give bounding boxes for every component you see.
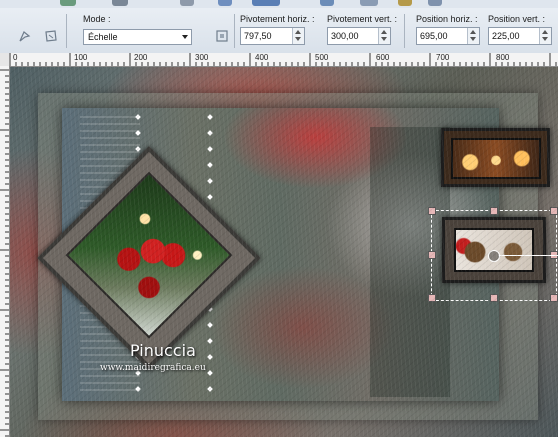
dropdown-arrow-icon: [182, 35, 188, 39]
rotation-pivot-handle[interactable]: [488, 250, 500, 262]
pivot-v-value: 300,00: [331, 31, 359, 41]
vertical-ruler[interactable]: [0, 66, 10, 437]
pos-v-input[interactable]: 225,00: [488, 27, 552, 45]
dot: [207, 386, 213, 392]
dot: [207, 178, 213, 184]
dot: [207, 194, 213, 200]
ruler-tick-label: 200: [134, 53, 148, 62]
candles-photo: [451, 138, 541, 179]
mode-select[interactable]: Échelle: [83, 29, 192, 45]
ruler-tick-label: 0: [13, 53, 18, 62]
toolbar-button-stub[interactable]: [428, 0, 442, 6]
spin-down-icon[interactable]: [295, 37, 301, 41]
spin-up-icon[interactable]: [295, 30, 301, 34]
horizontal-ruler[interactable]: 0 100 200 300 400 500 600 700 800: [9, 53, 558, 67]
pos-h-spinner[interactable]: [467, 28, 479, 44]
deform-icon[interactable]: [42, 27, 60, 45]
spin-down-icon[interactable]: [542, 37, 548, 41]
dot: [135, 146, 141, 152]
tool-options-bar: Mode : Échelle Pivotement horiz. : 797,5…: [0, 8, 558, 54]
dot: [207, 338, 213, 344]
dot: [207, 354, 213, 360]
pos-h-input[interactable]: 695,00: [416, 27, 480, 45]
ruler-tick-label: 600: [376, 53, 390, 62]
mode-value: Échelle: [88, 32, 118, 42]
toolbar-button-stub[interactable]: [112, 0, 128, 6]
pivot-h-input[interactable]: 797,50: [240, 27, 305, 45]
pivot-v-label: Pivotement vert. :: [327, 14, 398, 24]
spin-up-icon[interactable]: [470, 30, 476, 34]
toolbar-button-stub[interactable]: [60, 0, 76, 6]
toolbar-button-stub[interactable]: [218, 0, 232, 6]
ruler-tick-label: 300: [195, 53, 209, 62]
resize-handle[interactable]: [550, 294, 558, 302]
toolbar-button-stub[interactable]: [360, 0, 378, 6]
dot: [207, 114, 213, 120]
pick-tool-icon[interactable]: [16, 27, 34, 45]
pos-h-value: 695,00: [420, 31, 448, 41]
spin-down-icon[interactable]: [381, 37, 387, 41]
separator: [234, 14, 235, 48]
pos-h-label: Position horiz. :: [416, 14, 478, 24]
spin-up-icon[interactable]: [542, 30, 548, 34]
candles-photo-frame: [441, 128, 550, 187]
separator: [404, 14, 405, 48]
resize-handle[interactable]: [428, 294, 436, 302]
watermark-url: www.maidiregrafica.eu: [100, 363, 206, 373]
resize-handle[interactable]: [490, 207, 498, 215]
toolbar-button-stub[interactable]: [320, 0, 334, 6]
image-canvas[interactable]: Pinuccia www.maidiregrafica.eu: [10, 67, 558, 437]
watermark-title: Pinuccia: [130, 341, 196, 360]
dot: [207, 162, 213, 168]
dot: [207, 146, 213, 152]
dot: [207, 322, 213, 328]
spin-up-icon[interactable]: [381, 30, 387, 34]
dot: [207, 130, 213, 136]
ruler-ticks: [0, 69, 9, 437]
toolbar-button-stub[interactable]: [180, 0, 194, 6]
pivot-h-spinner[interactable]: [292, 28, 304, 44]
dot: [135, 114, 141, 120]
mode-label: Mode :: [83, 14, 111, 24]
toolbar-button-stub[interactable]: [252, 0, 280, 6]
pivot-h-label: Pivotement horiz. :: [240, 14, 315, 24]
spin-down-icon[interactable]: [470, 37, 476, 41]
resize-handle[interactable]: [428, 207, 436, 215]
dot: [135, 386, 141, 392]
pivot-h-value: 797,50: [244, 31, 272, 41]
rotation-arm: [498, 255, 558, 256]
toolbar-button-stub[interactable]: [398, 0, 412, 6]
center-pivot-icon[interactable]: [213, 27, 231, 45]
resize-handle[interactable]: [428, 251, 436, 259]
separator: [66, 14, 67, 48]
resize-handle[interactable]: [550, 207, 558, 215]
ruler-tick-label: 700: [436, 53, 450, 62]
pos-v-spinner[interactable]: [539, 28, 551, 44]
pos-v-label: Position vert. :: [488, 14, 546, 24]
pos-v-value: 225,00: [492, 31, 520, 41]
pivot-v-input[interactable]: 300,00: [327, 27, 391, 45]
dot: [135, 130, 141, 136]
ruler-ticks: [9, 53, 557, 66]
ruler-tick-label: 400: [255, 53, 269, 62]
resize-handle[interactable]: [490, 294, 498, 302]
ruler-tick-label: 100: [74, 53, 88, 62]
dot: [207, 370, 213, 376]
pivot-v-spinner[interactable]: [378, 28, 390, 44]
ruler-tick-label: 800: [496, 53, 510, 62]
ruler-tick-label: 500: [315, 53, 329, 62]
